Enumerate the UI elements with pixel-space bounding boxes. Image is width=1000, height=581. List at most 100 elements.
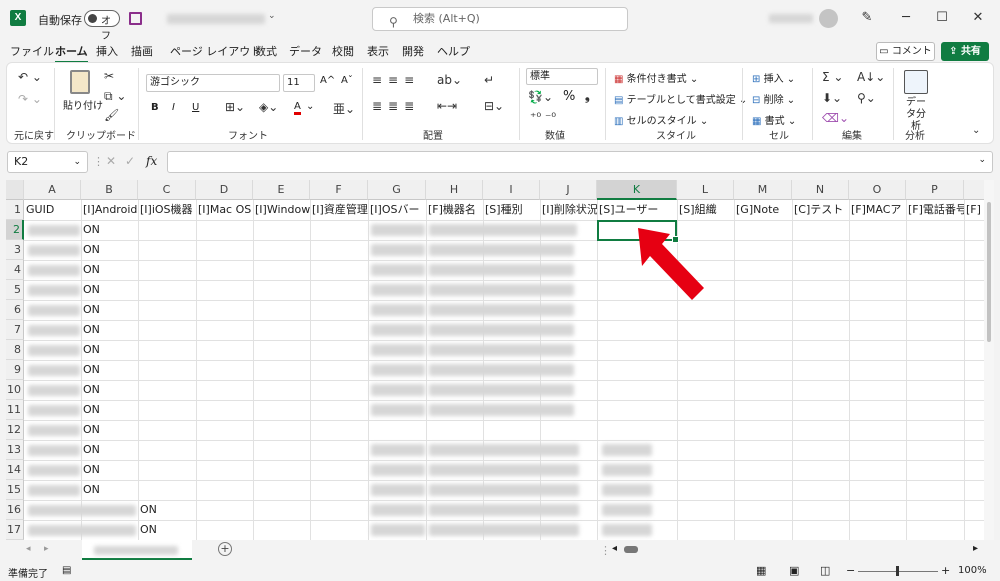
page-layout-view-icon[interactable]: ▣: [789, 564, 799, 577]
italic-button[interactable]: I: [172, 102, 175, 113]
header-cell[interactable]: GUID: [24, 200, 81, 220]
font-color-button[interactable]: A: [294, 101, 301, 115]
column-header[interactable]: E: [253, 180, 310, 200]
row-header[interactable]: 14: [6, 460, 24, 480]
page-break-view-icon[interactable]: ◫: [820, 564, 830, 577]
row-header[interactable]: 16: [6, 500, 24, 520]
tab-data[interactable]: データ: [289, 43, 322, 59]
header-cell[interactable]: [S]種別: [483, 200, 540, 220]
tab-developer[interactable]: 開発: [402, 43, 424, 59]
tab-view[interactable]: 表示: [367, 43, 389, 59]
zoom-out-icon[interactable]: −: [846, 564, 855, 577]
merge-center-icon[interactable]: ⊟⌄: [484, 99, 504, 113]
normal-view-icon[interactable]: ▦: [756, 564, 766, 577]
clear-icon[interactable]: ⌫⌄: [822, 111, 849, 125]
column-header[interactable]: M: [734, 180, 792, 200]
cell-value[interactable]: ON: [81, 400, 100, 420]
horizontal-scroll-thumb[interactable]: [624, 546, 638, 553]
header-cell[interactable]: [I]Mac OS: [196, 200, 253, 220]
column-header[interactable]: O: [849, 180, 906, 200]
comment-button[interactable]: ▭ コメント: [876, 42, 935, 61]
header-cell[interactable]: [S]組織: [677, 200, 734, 220]
cell-value[interactable]: ON: [81, 220, 100, 240]
find-icon[interactable]: ⚲⌄: [857, 91, 876, 105]
row-header[interactable]: 5: [6, 280, 24, 300]
tab-review[interactable]: 校閲: [332, 43, 354, 59]
insert-cells-button[interactable]: ⊞ 挿入 ⌄: [752, 70, 795, 85]
row-header[interactable]: 9: [6, 360, 24, 380]
column-header[interactable]: N: [792, 180, 849, 200]
cell-value[interactable]: ON: [81, 340, 100, 360]
comma-icon[interactable]: ❟: [585, 89, 590, 104]
fill-icon[interactable]: ⬇⌄: [822, 91, 842, 105]
font-size-select[interactable]: 11: [283, 74, 315, 92]
row-header[interactable]: 15: [6, 480, 24, 500]
shrink-font-button[interactable]: Aˇ: [341, 75, 353, 86]
cell-value[interactable]: ON: [81, 380, 100, 400]
phonetic-icon[interactable]: 亜⌄: [333, 100, 355, 117]
cell-value[interactable]: ON: [81, 440, 100, 460]
row-header[interactable]: 7: [6, 320, 24, 340]
tab-file[interactable]: ファイル: [10, 43, 54, 59]
tab-help[interactable]: ヘルプ: [437, 43, 470, 59]
bold-button[interactable]: B: [151, 102, 159, 113]
header-cell[interactable]: [C]テスト: [792, 200, 849, 220]
currency-icon[interactable]: 💱⌄: [528, 90, 553, 104]
share-button[interactable]: ⇪ 共有: [941, 42, 989, 61]
prev-sheet-icon[interactable]: ◂: [26, 544, 31, 554]
vertical-align-icons[interactable]: ≡≡≡: [372, 73, 420, 87]
wrap-text-icon[interactable]: ↵: [484, 73, 494, 87]
percent-button[interactable]: %: [563, 89, 575, 104]
autosave-toggle[interactable]: オフ: [84, 10, 120, 42]
name-box[interactable]: K2 ⌄: [7, 151, 88, 173]
chevron-down-icon[interactable]: ⌄: [268, 11, 276, 21]
row-header[interactable]: 1: [6, 200, 24, 220]
autosum-button[interactable]: Σ ⌄: [822, 70, 843, 84]
orientation-icon[interactable]: ab⌄: [437, 73, 462, 87]
tab-home[interactable]: ホーム: [55, 43, 88, 63]
chevron-down-icon[interactable]: ⌄: [306, 101, 314, 112]
cell-value[interactable]: ON: [138, 520, 157, 540]
column-header[interactable]: F: [310, 180, 368, 200]
tab-insert[interactable]: 挿入: [96, 43, 118, 59]
cut-icon[interactable]: ✂: [104, 69, 114, 83]
header-cell[interactable]: [I]資産管理: [310, 200, 368, 220]
save-icon[interactable]: [129, 12, 142, 25]
header-cell[interactable]: [I]OSバー: [368, 200, 426, 220]
column-header[interactable]: C: [138, 180, 196, 200]
column-header[interactable]: J: [540, 180, 597, 200]
zoom-in-icon[interactable]: +: [941, 564, 950, 577]
zoom-slider-thumb[interactable]: [896, 566, 899, 576]
minimize-icon[interactable]: ─: [896, 8, 916, 28]
grow-font-button[interactable]: A^: [320, 75, 335, 86]
collapse-ribbon-icon[interactable]: ⌄: [972, 125, 980, 136]
sheet-tab-active[interactable]: [82, 540, 192, 560]
file-name-redacted[interactable]: [167, 14, 265, 24]
borders-icon[interactable]: ⊞⌄: [225, 100, 245, 114]
number-format-select[interactable]: 標準: [526, 68, 598, 85]
cell-value[interactable]: ON: [81, 260, 100, 280]
next-sheet-icon[interactable]: ▸: [44, 544, 49, 554]
select-all-corner[interactable]: [6, 180, 24, 200]
sort-filter-icon[interactable]: A↓⌄: [857, 70, 885, 84]
cell-value[interactable]: ON: [138, 500, 157, 520]
zoom-level[interactable]: 100%: [958, 565, 987, 576]
cell-value[interactable]: ON: [81, 460, 100, 480]
scroll-right-icon[interactable]: ▸: [973, 543, 978, 554]
header-cell[interactable]: [I]Window: [253, 200, 310, 220]
header-cell[interactable]: [F]MACア: [849, 200, 906, 220]
font-name-select[interactable]: 游ゴシック: [146, 74, 280, 92]
spreadsheet-grid[interactable]: A B C D E F G H I J K L M N O P 1 2 3 4 …: [6, 180, 994, 540]
fill-color-icon[interactable]: ◈⌄: [259, 100, 278, 114]
header-cell[interactable]: [G]Note: [734, 200, 792, 220]
header-cell[interactable]: [I]iOS機器: [138, 200, 196, 220]
paste-icon[interactable]: [70, 70, 90, 94]
row-header[interactable]: 17: [6, 520, 24, 540]
column-header[interactable]: B: [81, 180, 138, 200]
row-header-selected[interactable]: 2: [6, 220, 24, 240]
cancel-icon[interactable]: ✕: [106, 154, 116, 168]
row-header[interactable]: 11: [6, 400, 24, 420]
header-cell[interactable]: [I]Android: [81, 200, 138, 220]
row-header[interactable]: 6: [6, 300, 24, 320]
horizontal-align-icons[interactable]: ≣≣≣: [372, 99, 420, 113]
